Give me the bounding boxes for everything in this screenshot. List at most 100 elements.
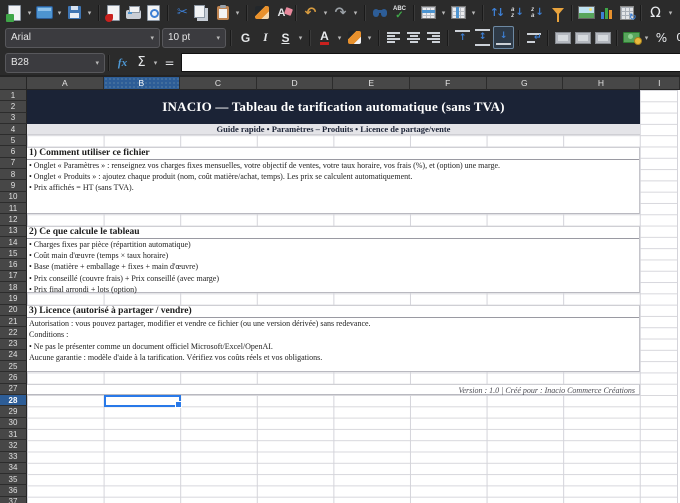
special-character-button[interactable]: Ω (646, 2, 665, 23)
wrap-text-button[interactable]: ↵ (524, 27, 543, 48)
paste-dropdown[interactable]: ▾ (233, 2, 242, 23)
row-header-8[interactable]: 8 (0, 169, 27, 180)
save-dropdown[interactable]: ▾ (85, 2, 94, 23)
row-header-9[interactable]: 9 (0, 180, 27, 191)
row-header-17[interactable]: 17 (0, 271, 27, 282)
column-header-G[interactable]: G (487, 77, 564, 90)
print-preview-button[interactable] (144, 2, 163, 23)
align-top-button[interactable]: ↑ (453, 27, 472, 48)
row-header-3[interactable]: 3 (0, 113, 27, 124)
row-header-33[interactable]: 33 (0, 452, 27, 463)
column-header-A[interactable]: A (27, 77, 104, 90)
section-1-line[interactable]: • Onglet « Paramètres » : renseignez vos… (27, 160, 639, 171)
row-header-10[interactable]: 10 (0, 192, 27, 203)
row-header-16[interactable]: 16 (0, 259, 27, 270)
row-header-25[interactable]: 25 (0, 361, 27, 372)
section-2-line[interactable]: • Prix conseillé (couvre frais) + Prix c… (27, 273, 639, 284)
row-header-7[interactable]: 7 (0, 158, 27, 169)
sheet-subtitle-cell[interactable]: Guide rapide • Paramètres – Produits • L… (27, 124, 640, 135)
function-wizard-button[interactable]: fx (113, 52, 132, 73)
redo-dropdown[interactable]: ▾ (351, 2, 360, 23)
row-header-18[interactable]: 18 (0, 282, 27, 293)
section-3-line[interactable]: Conditions : (27, 329, 639, 340)
row-header-37[interactable]: 37 (0, 497, 27, 503)
special-character-dropdown[interactable]: ▾ (666, 2, 675, 23)
sort-ascending-button[interactable]: az↓ (508, 2, 527, 23)
column-header-C[interactable]: C (180, 77, 257, 90)
row-header-36[interactable]: 36 (0, 485, 27, 496)
row-header-19[interactable]: 19 (0, 293, 27, 304)
align-left-button[interactable] (384, 27, 403, 48)
row-header-34[interactable]: 34 (0, 463, 27, 474)
section-3-block[interactable]: 3) Licence (autorisé à partager / vendre… (27, 305, 640, 373)
spelling-button[interactable]: ABC✓ (390, 2, 409, 23)
undo-dropdown[interactable]: ▾ (321, 2, 330, 23)
currency-format-dropdown[interactable]: ▾ (642, 27, 651, 48)
highlight-color-button[interactable] (345, 27, 364, 48)
row-header-29[interactable]: 29 (0, 406, 27, 417)
insert-column-button[interactable] (449, 2, 468, 23)
highlight-color-dropdown[interactable]: ▾ (365, 27, 374, 48)
row-header-27[interactable]: 27 (0, 384, 27, 395)
row-header-23[interactable]: 23 (0, 339, 27, 350)
row-header-13[interactable]: 13 (0, 226, 27, 237)
column-header-D[interactable]: D (257, 77, 334, 90)
sum-button[interactable]: Σ (132, 52, 151, 73)
sum-dropdown[interactable]: ▾ (151, 52, 160, 73)
row-header-28[interactable]: 28 (0, 395, 27, 406)
sort-button[interactable]: ↑↓ (488, 2, 507, 23)
row-header-20[interactable]: 20 (0, 305, 27, 316)
underline-button[interactable]: S (276, 27, 295, 48)
row-header-32[interactable]: 32 (0, 440, 27, 451)
section-3-heading[interactable]: 3) Licence (autorisé à partager / vendre… (27, 306, 639, 318)
row-header-6[interactable]: 6 (0, 146, 27, 157)
section-3-line[interactable]: Aucune garantie : modèle d'aide à la tar… (27, 352, 639, 363)
merge-center-button[interactable] (553, 27, 572, 48)
align-center-button[interactable] (404, 27, 423, 48)
currency-format-button[interactable] (622, 27, 641, 48)
new-document-dropdown[interactable]: ▾ (25, 2, 34, 23)
section-1-block[interactable]: 1) Comment utiliser ce fichier • Onglet … (27, 147, 640, 215)
row-header-5[interactable]: 5 (0, 135, 27, 146)
row-header-22[interactable]: 22 (0, 327, 27, 338)
section-2-line[interactable]: • Coût main d'œuvre (temps × taux horair… (27, 250, 639, 261)
section-2-line[interactable]: • Base (matière + emballage + fixes + ma… (27, 261, 639, 272)
section-2-heading[interactable]: 2) Ce que calcule le tableau (27, 227, 639, 239)
clone-formatting-button[interactable] (252, 2, 271, 23)
copy-button[interactable] (193, 2, 212, 23)
sort-descending-button[interactable]: za↓ (528, 2, 547, 23)
section-1-heading[interactable]: 1) Comment utiliser ce fichier (27, 148, 639, 160)
italic-button[interactable]: I (256, 27, 275, 48)
insert-row-button[interactable] (419, 2, 438, 23)
column-header-H[interactable]: H (563, 77, 640, 90)
redo-button[interactable]: ↷ (331, 2, 350, 23)
selected-cell-B28[interactable] (104, 395, 182, 407)
save-button[interactable] (65, 2, 84, 23)
section-2-line[interactable]: • Charges fixes par pièce (répartition a… (27, 239, 639, 250)
equals-button[interactable]: = (160, 52, 179, 73)
insert-row-dropdown[interactable]: ▾ (439, 2, 448, 23)
select-all-corner[interactable] (0, 77, 27, 90)
row-header-11[interactable]: 11 (0, 203, 27, 214)
pivot-table-button[interactable]: ↻ (617, 2, 636, 23)
section-3-line[interactable]: Autorisation : vous pouvez partager, mod… (27, 318, 639, 329)
undo-button[interactable]: ↶ (301, 2, 320, 23)
percent-format-button[interactable]: % (652, 27, 671, 48)
bold-button[interactable]: G (236, 27, 255, 48)
print-button[interactable] (124, 2, 143, 23)
find-replace-button[interactable] (370, 2, 389, 23)
number-format-button[interactable]: 0, (672, 27, 680, 48)
font-color-button[interactable]: A (315, 27, 334, 48)
align-bottom-button[interactable]: ↓ (493, 26, 514, 49)
insert-image-button[interactable] (577, 2, 596, 23)
new-document-button[interactable] (5, 2, 24, 23)
row-header-35[interactable]: 35 (0, 474, 27, 485)
section-3-line[interactable]: • Ne pas le présenter comme un document … (27, 341, 639, 352)
open-button[interactable] (35, 2, 54, 23)
section-1-line[interactable]: • Prix affichés = HT (sans TVA). (27, 182, 639, 193)
row-header-24[interactable]: 24 (0, 350, 27, 361)
row-header-12[interactable]: 12 (0, 214, 27, 225)
export-pdf-button[interactable] (104, 2, 123, 23)
section-2-block[interactable]: 2) Ce que calcule le tableau • Charges f… (27, 226, 640, 294)
column-header-E[interactable]: E (333, 77, 410, 90)
